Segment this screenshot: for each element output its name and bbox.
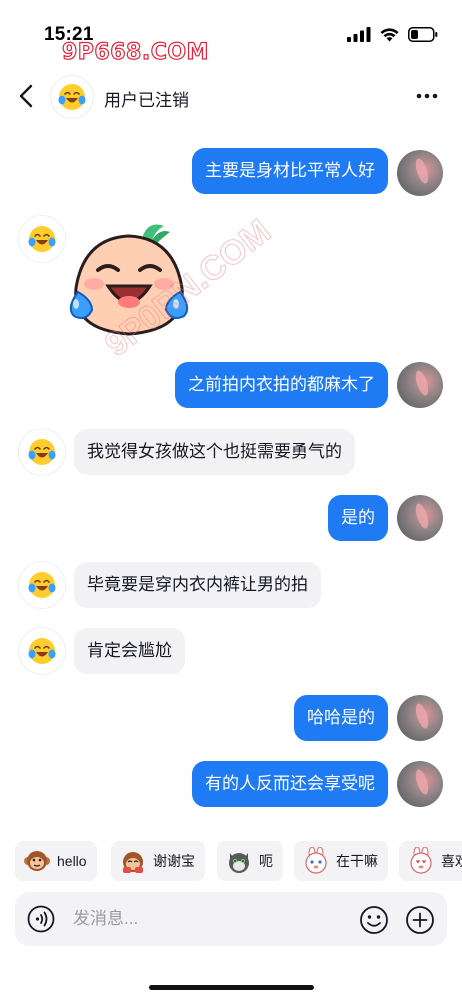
system-icons — [347, 27, 438, 42]
self-avatar[interactable] — [397, 695, 443, 741]
emoji-icon[interactable] — [359, 905, 389, 935]
quick-reply-chip[interactable]: 谢谢宝 — [111, 841, 205, 881]
crying-laughing-emoji-icon — [28, 638, 56, 664]
self-avatar[interactable] — [397, 362, 443, 408]
quick-reply-bar: hello 谢谢宝 呃 在干嘛 喜 — [0, 841, 462, 883]
bunny-emoji-icon — [305, 847, 327, 874]
quick-reply-chip[interactable]: 在干嘛 — [294, 841, 388, 881]
message-bubble-outgoing[interactable]: 是的 — [328, 495, 388, 541]
self-avatar[interactable] — [397, 495, 443, 541]
plus-icon[interactable] — [405, 905, 435, 935]
chat-header: 用户已注销 — [0, 68, 462, 124]
message-bubble-incoming[interactable]: 我觉得女孩做这个也挺需要勇气的 — [74, 429, 355, 475]
status-bar: 15:21 9P668.COM — [0, 0, 462, 66]
home-indicator[interactable] — [149, 985, 314, 990]
crying-laughing-emoji-icon — [28, 439, 56, 465]
more-dots-icon[interactable] — [414, 86, 440, 106]
contact-avatar[interactable] — [51, 76, 93, 118]
crying-laughing-emoji-icon — [58, 84, 86, 110]
message-input[interactable] — [73, 892, 343, 946]
self-avatar[interactable] — [397, 761, 443, 807]
voice-icon[interactable] — [27, 905, 55, 933]
monkey-emoji-icon — [24, 851, 50, 871]
cat-emoji-icon — [229, 853, 249, 873]
contact-avatar[interactable] — [19, 562, 65, 608]
quick-reply-chip[interactable]: hello — [15, 841, 97, 881]
message-bubble-outgoing[interactable]: 有的人反而还会享受呢 — [192, 761, 388, 807]
monkey-bow-emoji-icon — [123, 852, 143, 873]
contact-avatar[interactable] — [19, 216, 65, 262]
quick-reply-label: 在干嘛 — [336, 853, 378, 869]
message-bubble-incoming[interactable]: 肯定会尴尬 — [74, 628, 185, 674]
crying-laughing-emoji-icon — [28, 572, 56, 598]
quick-reply-label: 谢谢宝 — [153, 853, 195, 869]
signal-icon — [347, 27, 371, 42]
crying-laughing-emoji-icon — [28, 226, 56, 252]
quick-reply-label: 喜欢 — [441, 853, 462, 869]
message-bubble-outgoing[interactable]: 之前拍内衣拍的都麻木了 — [175, 362, 388, 408]
wifi-icon — [380, 28, 399, 42]
quick-reply-label: 呃 — [259, 853, 273, 869]
message-bubble-incoming[interactable]: 毕竟要是穿内衣内裤让男的拍 — [74, 562, 321, 608]
quick-reply-chip[interactable]: 喜欢 — [399, 841, 462, 881]
quick-reply-chip[interactable]: 呃 — [217, 841, 283, 881]
contact-avatar[interactable] — [19, 429, 65, 475]
chevron-left-icon[interactable] — [14, 82, 40, 110]
message-input-bar — [15, 892, 447, 946]
message-bubble-outgoing[interactable]: 主要是身材比平常人好 — [192, 148, 388, 194]
watermark-text: 9P668.COM — [61, 39, 209, 65]
battery-icon — [408, 27, 438, 42]
self-avatar[interactable] — [397, 150, 443, 196]
bunny-heart-emoji-icon — [410, 847, 432, 874]
quick-reply-label: hello — [57, 853, 87, 869]
contact-avatar[interactable] — [19, 628, 65, 674]
chat-title: 用户已注销 — [104, 91, 189, 110]
message-bubble-outgoing[interactable]: 哈哈是的 — [294, 695, 388, 741]
